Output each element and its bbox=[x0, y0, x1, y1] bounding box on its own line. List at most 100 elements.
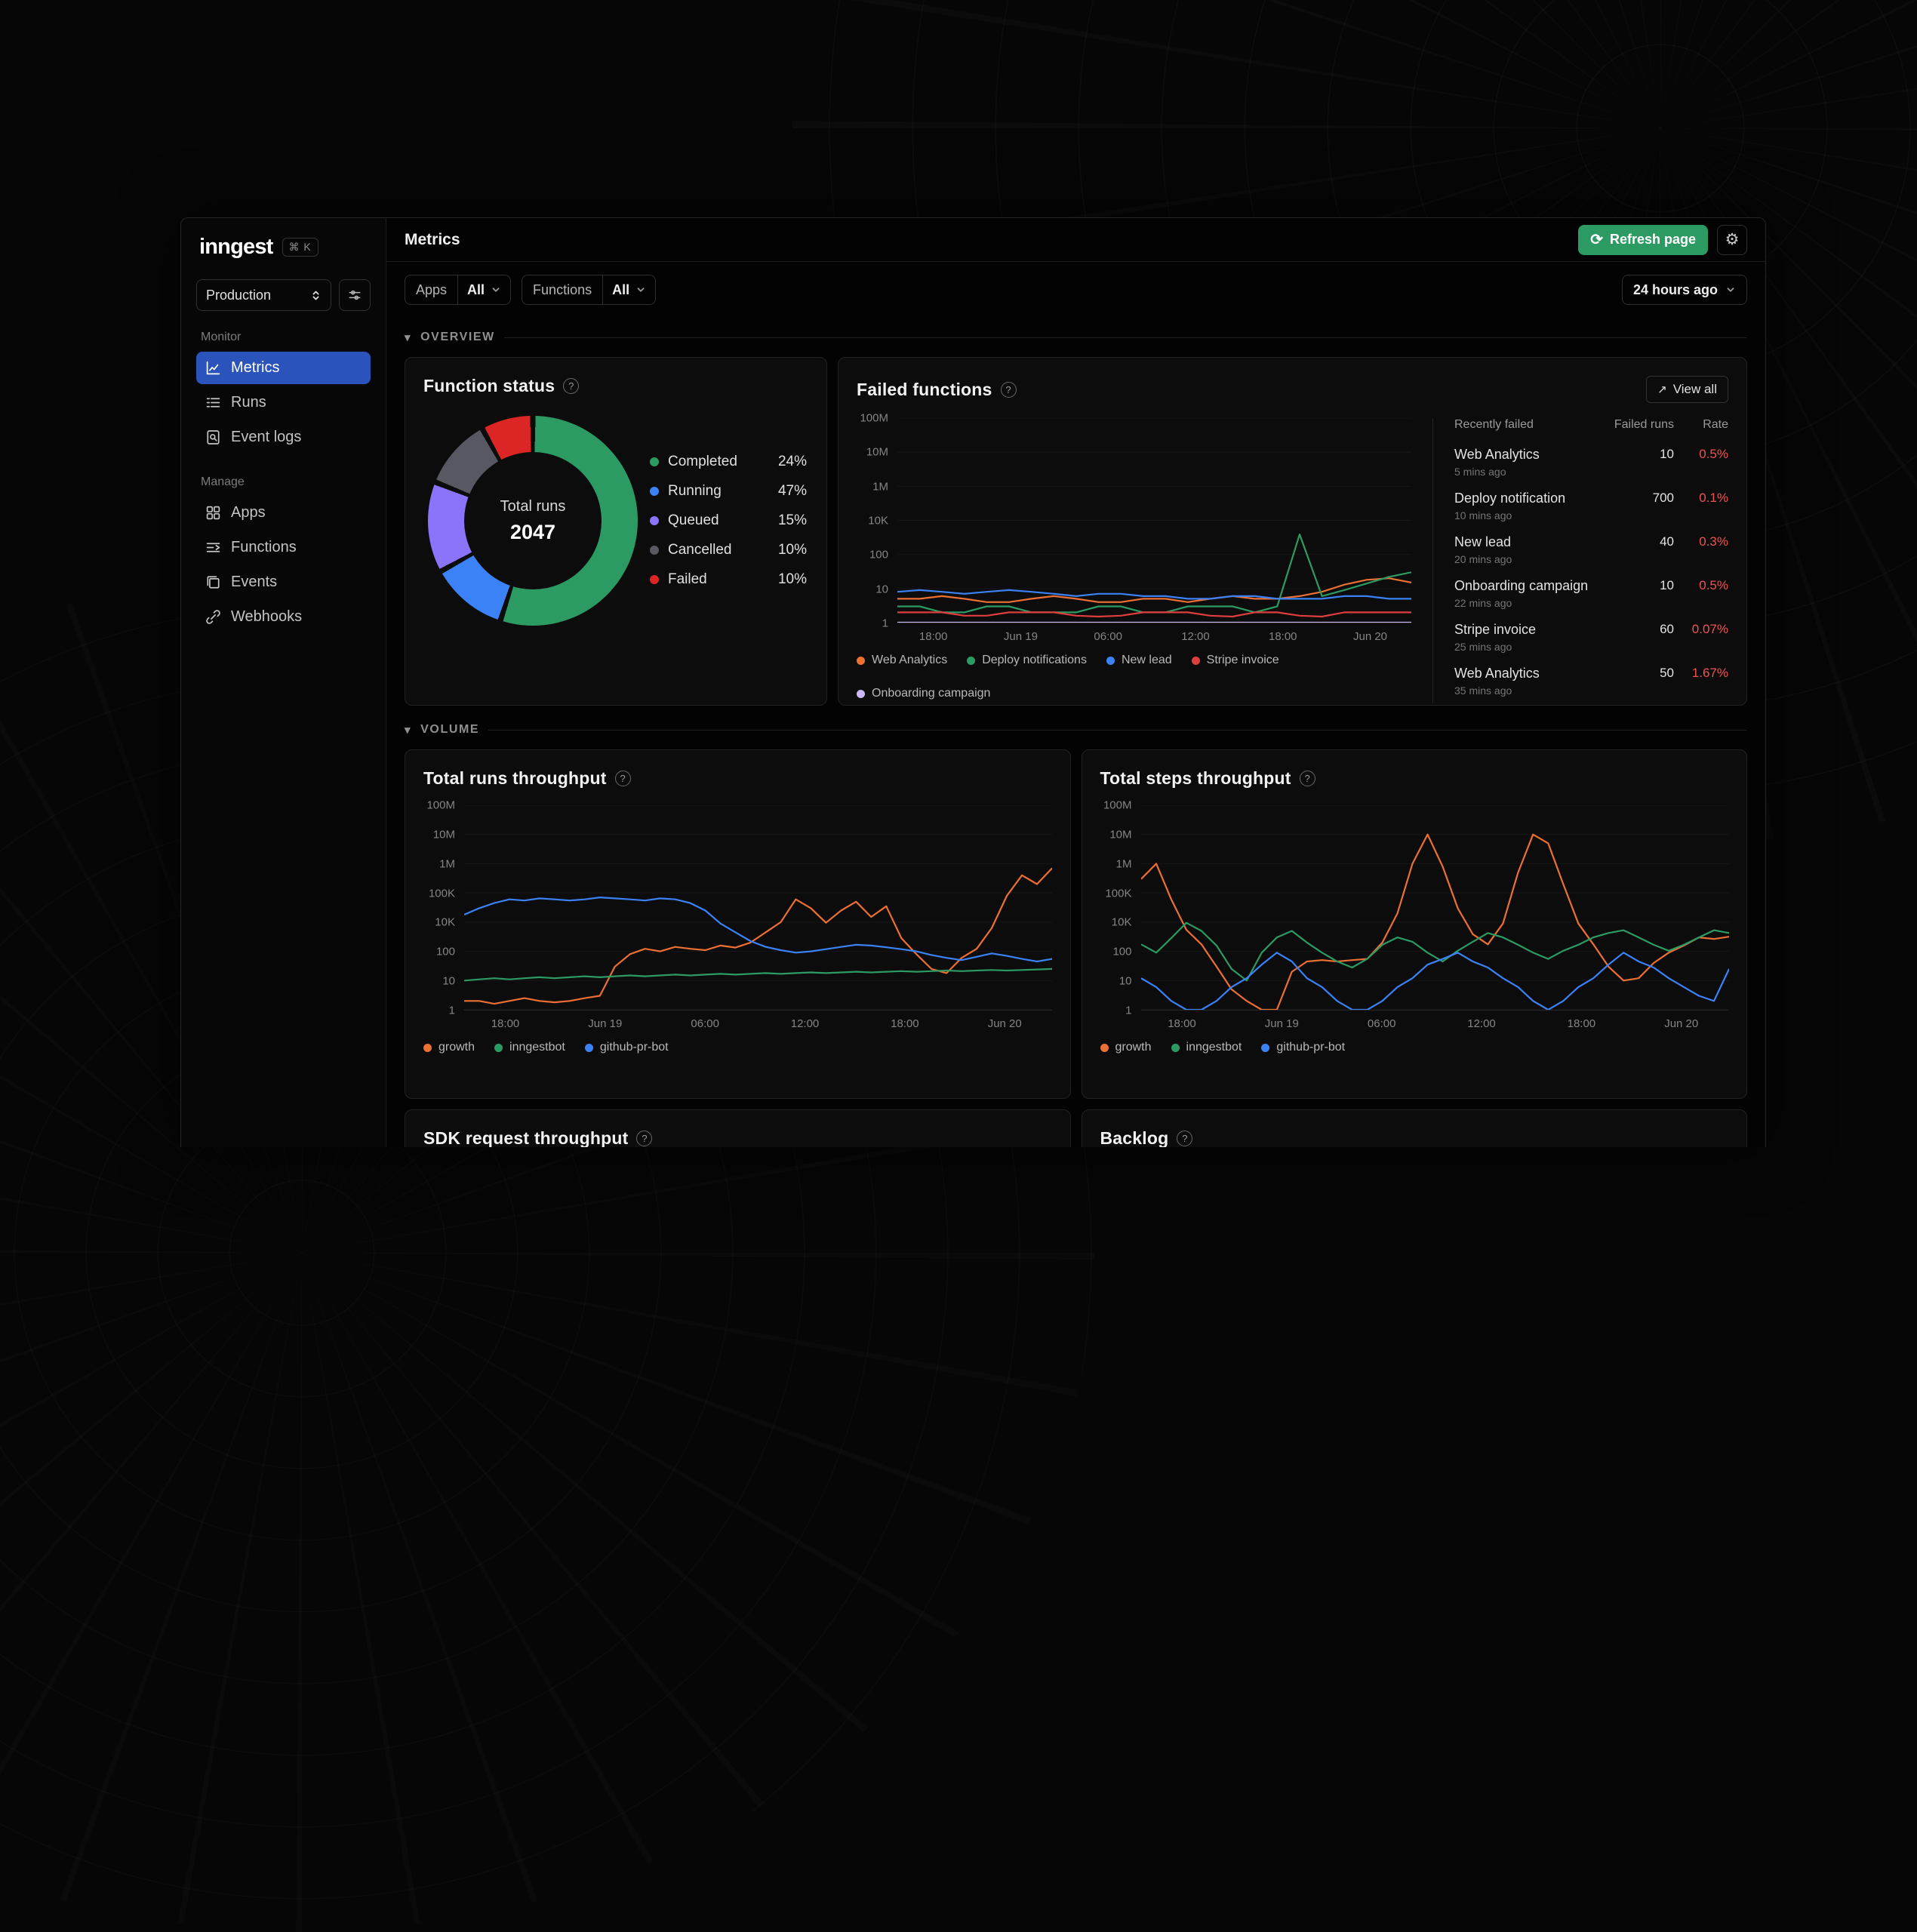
failed-functions-card: Failed functions ? ↗ View all 100M 10M 1M 1… bbox=[838, 357, 1747, 706]
sidebar: inngest ⌘ K Production Monitor Metrics R… bbox=[181, 218, 386, 1147]
legend-item: growth bbox=[1100, 1041, 1152, 1054]
chevron-down-icon bbox=[492, 288, 500, 292]
table-header: Recently failed Failed runs Rate bbox=[1454, 418, 1728, 431]
legend-item: Deploy notifications bbox=[967, 654, 1087, 667]
card-title: Function status bbox=[423, 376, 555, 395]
x-axis-labels: 18:00 Jun 19 06:00 12:00 18:00 Jun 20 bbox=[1168, 1017, 1699, 1030]
info-icon[interactable]: ? bbox=[636, 1131, 653, 1146]
functions-filter[interactable]: Functions All bbox=[522, 275, 657, 305]
table-row[interactable]: Onboarding campaign 22 mins ago 10 0.5% bbox=[1454, 572, 1728, 616]
nav-section-monitor: Monitor bbox=[201, 331, 242, 343]
sidebar-item-label: Runs bbox=[231, 394, 266, 411]
sidebar-item-events[interactable]: Events bbox=[196, 566, 371, 598]
sidebar-item-label: Webhooks bbox=[231, 608, 303, 625]
sidebar-item-apps[interactable]: Apps bbox=[196, 497, 371, 529]
donut-center: Total runs 2047 bbox=[464, 452, 602, 589]
legend-item: github-pr-bot bbox=[584, 1041, 669, 1054]
info-icon[interactable]: ? bbox=[1299, 771, 1315, 786]
settings-button[interactable]: ⚙ bbox=[1717, 224, 1747, 255]
total-runs-throughput-card: Total runs throughput ? 100M 10M 1M 100K 10K… bbox=[405, 749, 1071, 1099]
y-axis-labels: 100M 10M 1M 100K 10K 100 10 1 bbox=[1103, 798, 1132, 1017]
card-title: Failed functions bbox=[857, 379, 992, 399]
legend-item: Web Analytics bbox=[857, 654, 947, 667]
sdk-request-throughput-card: SDK request throughput ? bbox=[405, 1109, 1071, 1147]
table-row[interactable]: Web Analytics 35 mins ago 50 1.67% bbox=[1454, 660, 1728, 703]
legend-dot bbox=[1191, 656, 1200, 665]
backlog-card: Backlog ? bbox=[1081, 1109, 1747, 1147]
event-logs-icon bbox=[207, 430, 220, 445]
legend-dot bbox=[584, 1043, 593, 1052]
total-steps-throughput-card: Total steps throughput ? 100M 10M 1M 100K 10… bbox=[1081, 749, 1747, 1099]
top-bar: Metrics ⟳ Refresh page ⚙ bbox=[386, 218, 1765, 262]
functions-filter-value: All bbox=[612, 281, 630, 297]
webhooks-icon bbox=[206, 610, 220, 624]
refresh-page-button[interactable]: ⟳ Refresh page bbox=[1578, 224, 1708, 255]
info-icon[interactable]: ? bbox=[563, 378, 580, 394]
legend-item: Onboarding campaign bbox=[857, 687, 990, 700]
card-title: SDK request throughput bbox=[423, 1128, 629, 1147]
chart-legend: growth inngestbot github-pr-bot bbox=[423, 1041, 1052, 1054]
monitor-nav: Metrics Runs Event logs bbox=[196, 352, 371, 456]
table-row[interactable]: Deploy notification 10 mins ago 700 0.1% bbox=[1454, 485, 1728, 528]
legend-dot bbox=[857, 656, 865, 665]
function-status-donut: Total runs 2047 bbox=[428, 416, 638, 626]
legend-item: inngestbot bbox=[1171, 1041, 1242, 1054]
overview-section-label: OVERVIEW bbox=[420, 331, 495, 343]
donut-center-label: Total runs bbox=[500, 497, 566, 515]
sidebar-item-webhooks[interactable]: Webhooks bbox=[196, 601, 371, 633]
legend-dot bbox=[1261, 1043, 1270, 1052]
environment-selector[interactable]: Production bbox=[196, 279, 331, 311]
legend-item: inngestbot bbox=[494, 1041, 565, 1054]
caret-down-icon: ▾ bbox=[405, 724, 412, 737]
legend-dot bbox=[494, 1043, 503, 1052]
table-row[interactable]: New lead 20 mins ago 40 0.3% bbox=[1454, 528, 1728, 572]
sidebar-item-runs[interactable]: Runs bbox=[196, 386, 371, 419]
view-all-button[interactable]: ↗ View all bbox=[1646, 376, 1728, 403]
y-axis-labels: 100M 10M 1M 10K 100 10 1 bbox=[860, 411, 888, 630]
legend-item: Failed 10% bbox=[650, 571, 807, 588]
legend-item: Running 47% bbox=[650, 483, 807, 500]
legend-dot bbox=[650, 457, 659, 466]
table-row[interactable]: Web Analytics 5 mins ago 10 0.5% bbox=[1454, 441, 1728, 485]
functions-icon bbox=[206, 543, 220, 552]
sidebar-item-label: Metrics bbox=[231, 359, 280, 376]
info-icon[interactable]: ? bbox=[1000, 381, 1017, 398]
volume-section-toggle[interactable]: ▾ VOLUME bbox=[405, 710, 1747, 749]
legend-item: Queued 15% bbox=[650, 512, 807, 529]
arrow-up-right-icon: ↗ bbox=[1657, 383, 1667, 396]
sidebar-item-event-logs[interactable]: Event logs bbox=[196, 421, 371, 454]
refresh-icon: ⟳ bbox=[1590, 231, 1603, 248]
legend-dot bbox=[650, 516, 659, 525]
x-axis-labels: 18:00 Jun 19 06:00 12:00 18:00 Jun 20 bbox=[491, 1017, 1022, 1030]
sidebar-item-label: Apps bbox=[231, 504, 266, 521]
chart-legend: Web Analytics Deploy notifications New lea… bbox=[857, 654, 1411, 700]
legend-item: Completed 24% bbox=[650, 454, 807, 470]
overview-section-toggle[interactable]: ▾ OVERVIEW bbox=[405, 318, 1747, 357]
time-range-selector[interactable]: 24 hours ago bbox=[1621, 275, 1747, 305]
sliders-icon bbox=[349, 290, 361, 300]
apps-filter[interactable]: Apps All bbox=[405, 275, 512, 305]
x-axis-labels: 18:00 Jun 19 06:00 12:00 18:00 Jun 20 bbox=[918, 630, 1388, 643]
page-title: Metrics bbox=[405, 230, 460, 248]
sidebar-item-label: Events bbox=[231, 574, 278, 590]
environment-filter-button[interactable] bbox=[339, 279, 371, 311]
legend-dot bbox=[650, 487, 659, 496]
recently-failed-table: Recently failed Failed runs Rate Web Ana… bbox=[1432, 418, 1728, 703]
sidebar-item-label: Functions bbox=[231, 539, 297, 555]
time-range-value: 24 hours ago bbox=[1632, 281, 1718, 297]
info-icon[interactable]: ? bbox=[1177, 1131, 1193, 1146]
total-runs-throughput-chart: 100M 10M 1M 100K 10K 100 10 1 18:00 Jun 19 06:00 1… bbox=[423, 799, 1052, 1054]
table-row[interactable]: Stripe invoice 25 mins ago 60 0.07% bbox=[1454, 616, 1728, 660]
card-title: Total runs throughput bbox=[423, 768, 607, 788]
sidebar-item-metrics[interactable]: Metrics bbox=[196, 352, 371, 384]
refresh-page-label: Refresh page bbox=[1609, 232, 1696, 247]
nav-section-manage: Manage bbox=[201, 475, 245, 488]
sidebar-item-functions[interactable]: Functions bbox=[196, 531, 371, 564]
apps-icon bbox=[206, 506, 220, 520]
sidebar-item-label: Event logs bbox=[231, 429, 302, 445]
chevron-updown-icon bbox=[312, 291, 319, 300]
gear-icon: ⚙ bbox=[1725, 231, 1740, 248]
info-icon[interactable]: ? bbox=[614, 771, 631, 786]
legend-dot bbox=[650, 546, 659, 555]
card-title: Backlog bbox=[1100, 1128, 1169, 1147]
